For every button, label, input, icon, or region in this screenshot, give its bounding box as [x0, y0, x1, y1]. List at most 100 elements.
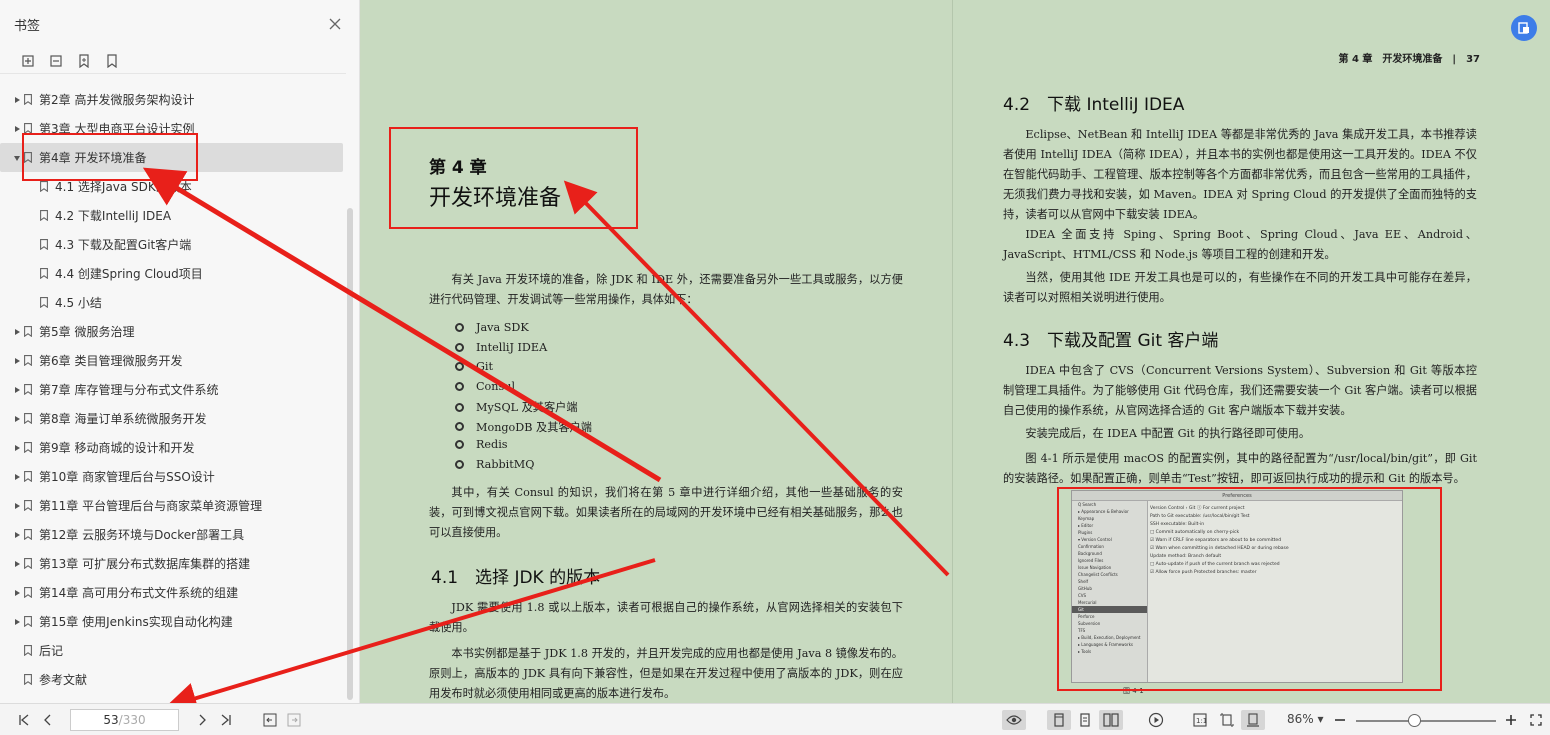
double-page-view-button[interactable]	[1099, 710, 1123, 730]
git-settings-screenshot: Preferences Q Search ▸ Appearance & Behav…	[1071, 490, 1403, 683]
bookmark-icon	[24, 123, 32, 135]
sidebar-title: 书签	[14, 18, 41, 34]
figure-window-title: Preferences	[1222, 493, 1252, 499]
bookmark-label: 参考文献	[39, 673, 88, 687]
caret-right-icon[interactable]	[12, 472, 22, 482]
sidebar-toolbar	[0, 48, 346, 74]
bookmark-label: 第7章 库存管理与分布式文件系统	[39, 383, 219, 397]
bookmark-item[interactable]: 4.1 选择Java SDK的版本	[0, 172, 346, 201]
actual-size-button[interactable]: 1:1	[1190, 710, 1210, 730]
fit-width-button[interactable]	[1241, 710, 1265, 730]
single-page-view-button[interactable]	[1047, 710, 1071, 730]
last-page-button[interactable]	[216, 710, 236, 730]
caret-right-icon[interactable]	[12, 356, 22, 366]
back-button[interactable]	[260, 710, 280, 730]
bookmark-label: 第6章 类目管理微服务开发	[39, 354, 183, 368]
bookmark-item[interactable]: 4.4 创建Spring Cloud项目	[0, 259, 346, 288]
figure-sidebar-item: ▸ Tools	[1078, 649, 1092, 654]
total-pages: /330	[118, 713, 146, 727]
bookmark-item[interactable]: 第10章 商家管理后台与SSO设计	[0, 462, 346, 491]
bookmark-label: 4.4 创建Spring Cloud项目	[55, 267, 203, 281]
bookmark-button[interactable]	[102, 51, 122, 71]
bookmark-item[interactable]: 第11章 平台管理后台与商家菜单资源管理	[0, 491, 346, 520]
bookmark-item[interactable]: 第4章 开发环境准备	[0, 143, 343, 172]
section-4-2-paragraph-3: 当然，使用其他 IDE 开发工具也是可以的，有些操作在不同的开发工具中可能存在差…	[1003, 271, 1477, 304]
caret-right-icon[interactable]	[12, 588, 22, 598]
caret-right-icon[interactable]	[12, 443, 22, 453]
tool-list-item: RabbitMQ	[455, 458, 534, 471]
page-number-input[interactable]: 53/330	[70, 709, 179, 731]
next-page-button[interactable]	[192, 710, 212, 730]
caret-down-icon[interactable]	[12, 153, 22, 163]
section-4-1-title: 4.1 选择 JDK 的版本	[431, 568, 601, 588]
bookmark-item[interactable]: 第2章 高并发微服务架构设计	[0, 85, 346, 114]
pdf-reader-app: 书签 第2章 高并发微服务架构设计第3章 大型电商平台设计实例第4章 开发环境准…	[0, 0, 1550, 735]
bookmark-item[interactable]: 4.2 下载IntelliJ IDEA	[0, 201, 346, 230]
bookmark-item[interactable]: 4.5 小结	[0, 288, 346, 317]
close-sidebar-button[interactable]	[325, 14, 345, 34]
zoom-level-dropdown[interactable]: 86% ▾	[1287, 712, 1324, 726]
bottom-toolbar: 53/330 1:1 86% ▾	[0, 703, 1550, 735]
bookmark-label: 第2章 高并发微服务架构设计	[39, 93, 195, 107]
tool-list-item: Java SDK	[455, 321, 529, 334]
bookmark-icon	[24, 645, 32, 657]
bookmark-item[interactable]: 第15章 使用Jenkins实现自动化构建	[0, 607, 346, 636]
bookmark-item[interactable]: 参考文献	[0, 665, 346, 694]
bookmark-item[interactable]: 第7章 库存管理与分布式文件系统	[0, 375, 346, 404]
figure-sidebar-item: Confirmation	[1078, 544, 1104, 549]
fullscreen-button[interactable]	[1526, 710, 1546, 730]
bookmark-item[interactable]: 后记	[0, 636, 346, 665]
play-button[interactable]	[1146, 710, 1166, 730]
actual-size-icon: 1:1	[1193, 713, 1207, 727]
bookmark-item[interactable]: 第9章 移动商城的设计和开发	[0, 433, 346, 462]
expand-all-button[interactable]	[18, 51, 38, 71]
collapse-all-button[interactable]	[46, 51, 66, 71]
zoom-slider-handle[interactable]	[1408, 714, 1421, 727]
tool-list-item-label: Redis	[476, 438, 508, 451]
bookmark-item[interactable]: 第5章 微服务治理	[0, 317, 346, 346]
zoom-in-button[interactable]	[1501, 710, 1521, 730]
fit-page-button[interactable]	[1217, 710, 1237, 730]
caret-right-icon[interactable]	[12, 95, 22, 105]
zoom-out-button[interactable]	[1330, 710, 1350, 730]
figure-sidebar-item: GitHub	[1078, 586, 1092, 591]
first-page-icon	[19, 714, 29, 726]
bookmark-label: 第4章 开发环境准备	[39, 151, 147, 165]
caret-right-icon[interactable]	[12, 327, 22, 337]
forward-button[interactable]	[284, 710, 304, 730]
document-tool-icon	[1518, 22, 1529, 34]
bookmark-icon	[24, 529, 32, 541]
caret-right-icon[interactable]	[12, 530, 22, 540]
caret-right-icon[interactable]	[12, 501, 22, 511]
bookmark-item[interactable]: 第13章 可扩展分布式数据库集群的搭建	[0, 549, 346, 578]
svg-text:1:1: 1:1	[1196, 717, 1207, 725]
caret-right-icon[interactable]	[12, 559, 22, 569]
sidebar-scrollbar[interactable]	[347, 208, 353, 700]
caret-right-icon[interactable]	[12, 385, 22, 395]
zoom-slider-track[interactable]	[1356, 720, 1496, 722]
prev-page-button[interactable]	[38, 710, 58, 730]
bookmark-item[interactable]: 第14章 高可用分布式文件系统的组建	[0, 578, 346, 607]
fit-width-icon	[1247, 713, 1259, 727]
add-bookmark-button[interactable]	[74, 51, 94, 71]
continuous-view-button[interactable]	[1075, 710, 1095, 730]
floating-tool-button[interactable]	[1511, 15, 1537, 41]
bookmark-item[interactable]: 第8章 海量订单系统微服务开发	[0, 404, 346, 433]
caret-right-icon[interactable]	[12, 617, 22, 627]
bookmark-item[interactable]: 第3章 大型电商平台设计实例	[0, 114, 346, 143]
bookmark-item[interactable]: 4.3 下载及配置Git客户端	[0, 230, 346, 259]
bookmark-item[interactable]: 第12章 云服务环境与Docker部署工具	[0, 520, 346, 549]
caret-right-icon[interactable]	[12, 124, 22, 134]
tool-list-item-label: MySQL 及其客户端	[476, 401, 578, 414]
eye-protection-button[interactable]	[1002, 710, 1026, 730]
bookmark-icon	[107, 53, 117, 68]
add-bookmark-icon	[79, 53, 89, 68]
bookmark-label: 4.5 小结	[55, 296, 102, 310]
bookmark-label: 第12章 云服务环境与Docker部署工具	[39, 528, 245, 542]
figure-setting-line: □ Auto-update if push of the current bra…	[1150, 562, 1280, 567]
bookmark-item[interactable]: 第6章 类目管理微服务开发	[0, 346, 346, 375]
caret-right-icon[interactable]	[12, 414, 22, 424]
close-icon	[329, 18, 341, 30]
section-4-2-paragraph-2: IDEA 全面支持 Sping、Spring Boot、Spring Cloud…	[1003, 228, 1477, 261]
first-page-button[interactable]	[14, 710, 34, 730]
